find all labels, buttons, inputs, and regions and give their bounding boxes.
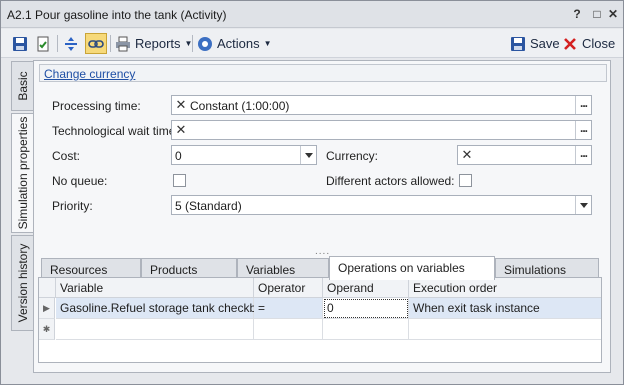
tab-simulation-properties[interactable]: Simulation properties [11, 113, 33, 233]
bottom-tab-strip: Resources Products Variables Operations … [41, 256, 601, 280]
currency-label: Currency: [326, 149, 379, 163]
side-tab-strip: Basic Simulation properties Version hist… [11, 61, 33, 381]
cell-execution-order[interactable]: When exit task instance [409, 298, 601, 319]
save-button[interactable]: Save [510, 33, 560, 54]
save-icon-button[interactable] [12, 33, 28, 54]
different-actors-label: Different actors allowed: [326, 174, 455, 188]
title-bar: A2.1 Pour gasoline into the tank (Activi… [1, 1, 623, 28]
tab-simulations[interactable]: Simulations [495, 258, 599, 279]
floppy-icon [511, 36, 525, 51]
actions-label: Actions [217, 36, 260, 51]
column-header-variable[interactable]: Variable [56, 278, 254, 298]
toolbar-separator [57, 35, 58, 52]
actions-gear-icon [198, 36, 212, 51]
column-header-execution-order[interactable]: Execution order [409, 278, 601, 298]
wait-time-field[interactable]: ✕ ... [171, 120, 592, 140]
cost-field[interactable]: 0 [171, 145, 317, 165]
row-indicator-icon: ▶ [39, 298, 55, 319]
reports-label: Reports [135, 36, 181, 51]
chevron-down-icon: ▼ [263, 39, 272, 48]
tab-operations-on-variables[interactable]: Operations on variables [329, 256, 495, 280]
close-window-button[interactable]: ✕ [605, 6, 621, 22]
new-cell-operator[interactable] [254, 319, 323, 340]
document-check-icon [37, 36, 49, 51]
tab-basic-label: Basic [15, 71, 30, 101]
ellipsis-button[interactable]: ... [575, 146, 591, 164]
link-chain-icon [88, 39, 104, 48]
clear-icon[interactable]: ✕ [174, 97, 188, 113]
column-header-operand[interactable]: Operand [323, 278, 409, 298]
new-cell-execution-order[interactable] [409, 319, 601, 340]
chevron-down-icon[interactable] [300, 146, 316, 164]
operations-grid: Variable Operator Operand Execution orde… [38, 277, 602, 363]
cell-operator[interactable]: = [254, 298, 323, 319]
grid-corner [39, 278, 56, 298]
change-currency-link[interactable]: Change currency [44, 67, 135, 81]
toolbar-separator [192, 35, 193, 52]
currency-field[interactable]: ✕ ... [457, 145, 592, 165]
floppy-icon [13, 36, 27, 51]
priority-value: 5 (Standard) [175, 199, 242, 213]
expand-vertical-icon [65, 36, 77, 51]
no-queue-checkbox[interactable] [173, 174, 186, 187]
no-queue-label: No queue: [52, 174, 108, 188]
help-button[interactable]: ? [569, 6, 585, 22]
toolbar: Reports ▼ Actions ▼ Save Close [1, 29, 623, 58]
toolbar-separator [110, 35, 111, 52]
cell-variable[interactable]: Gasoline.Refuel storage tank checkbox [56, 298, 269, 319]
new-cell-operand[interactable] [323, 319, 409, 340]
processing-time-value: Constant (1:00:00) [190, 99, 290, 113]
cost-label: Cost: [52, 149, 81, 163]
validate-icon-button[interactable] [35, 33, 51, 54]
tab-version-history-label: Version history [15, 243, 30, 323]
cell-operand[interactable]: 0 [323, 298, 409, 319]
close-label: Close [582, 36, 616, 51]
column-header-operator[interactable]: Operator [254, 278, 323, 298]
save-label: Save [530, 36, 560, 51]
cost-value: 0 [175, 149, 182, 163]
clear-icon[interactable]: ✕ [174, 122, 188, 138]
processing-time-field[interactable]: ✕ Constant (1:00:00) ... [171, 95, 592, 115]
ellipsis-button[interactable]: ... [575, 96, 591, 114]
new-cell-variable[interactable] [56, 319, 254, 340]
window-title: A2.1 Pour gasoline into the tank (Activi… [7, 8, 227, 22]
reports-menu-button[interactable]: Reports ▼ [115, 33, 192, 54]
processing-time-label: Processing time: [52, 99, 141, 113]
tab-products[interactable]: Products [141, 258, 237, 279]
close-button[interactable]: Close [562, 33, 615, 54]
priority-label: Priority: [52, 199, 93, 213]
new-row-icon: ✱ [39, 319, 55, 340]
tab-variables[interactable]: Variables [237, 258, 329, 279]
tab-resources[interactable]: Resources [41, 258, 141, 279]
activity-window: A2.1 Pour gasoline into the tank (Activi… [0, 0, 624, 385]
tab-version-history[interactable]: Version history [11, 235, 33, 331]
clear-icon[interactable]: ✕ [460, 147, 474, 163]
maximize-button[interactable]: □ [589, 6, 605, 22]
chevron-down-icon[interactable] [575, 196, 591, 214]
currency-link-bar: Change currency [39, 64, 607, 82]
ellipsis-button[interactable]: ... [575, 121, 591, 139]
close-x-icon [564, 37, 576, 50]
printer-icon [116, 36, 130, 51]
different-actors-checkbox[interactable] [459, 174, 472, 187]
wait-time-label: Technological wait time: [52, 124, 179, 138]
actions-menu-button[interactable]: Actions ▼ [197, 33, 272, 54]
link-toggle-button[interactable] [85, 33, 107, 54]
priority-select[interactable]: 5 (Standard) [171, 195, 592, 215]
tab-simulation-properties-label: Simulation properties [15, 116, 30, 230]
tab-basic[interactable]: Basic [11, 61, 33, 111]
expand-icon-button[interactable] [63, 33, 79, 54]
